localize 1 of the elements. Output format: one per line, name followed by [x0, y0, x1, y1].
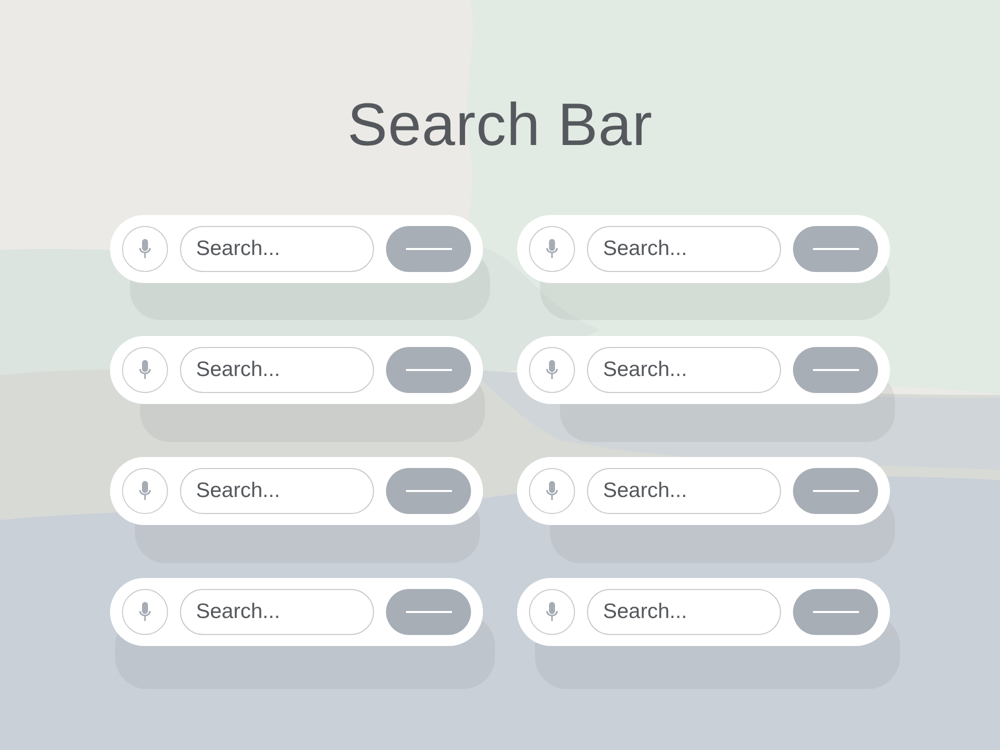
page-title: Search Bar	[347, 94, 653, 156]
